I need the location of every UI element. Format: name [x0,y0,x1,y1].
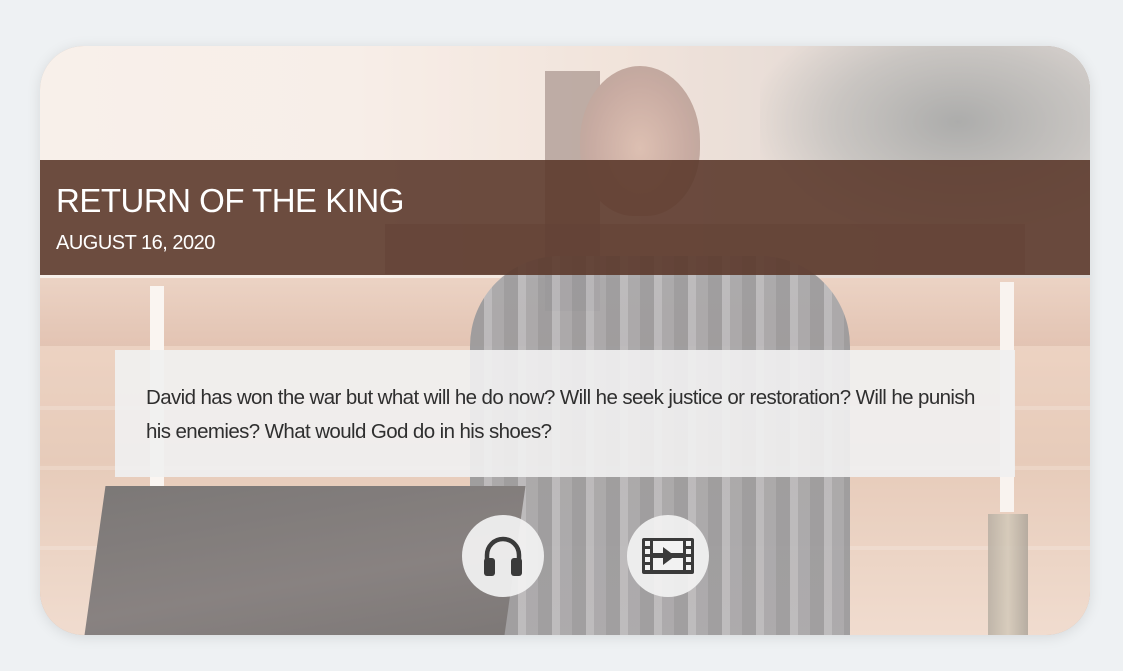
sermon-title: RETURN OF THE KING [56,182,404,219]
listen-audio-button[interactable] [462,515,544,597]
watch-video-button[interactable] [627,515,709,597]
sermon-date: AUGUST 16, 2020 [56,232,215,254]
sermon-description-box: David has won the war but what will he d… [115,350,1015,477]
sermon-description: David has won the war but what will he d… [146,386,975,443]
headphones-icon [484,536,522,576]
sermon-header: RETURN OF THE KING AUGUST 16, 2020 [40,160,1090,275]
sermon-card[interactable]: RETURN OF THE KING AUGUST 16, 2020 David… [40,46,1090,635]
film-icon [642,538,694,574]
sermon-background-image [40,46,1090,635]
